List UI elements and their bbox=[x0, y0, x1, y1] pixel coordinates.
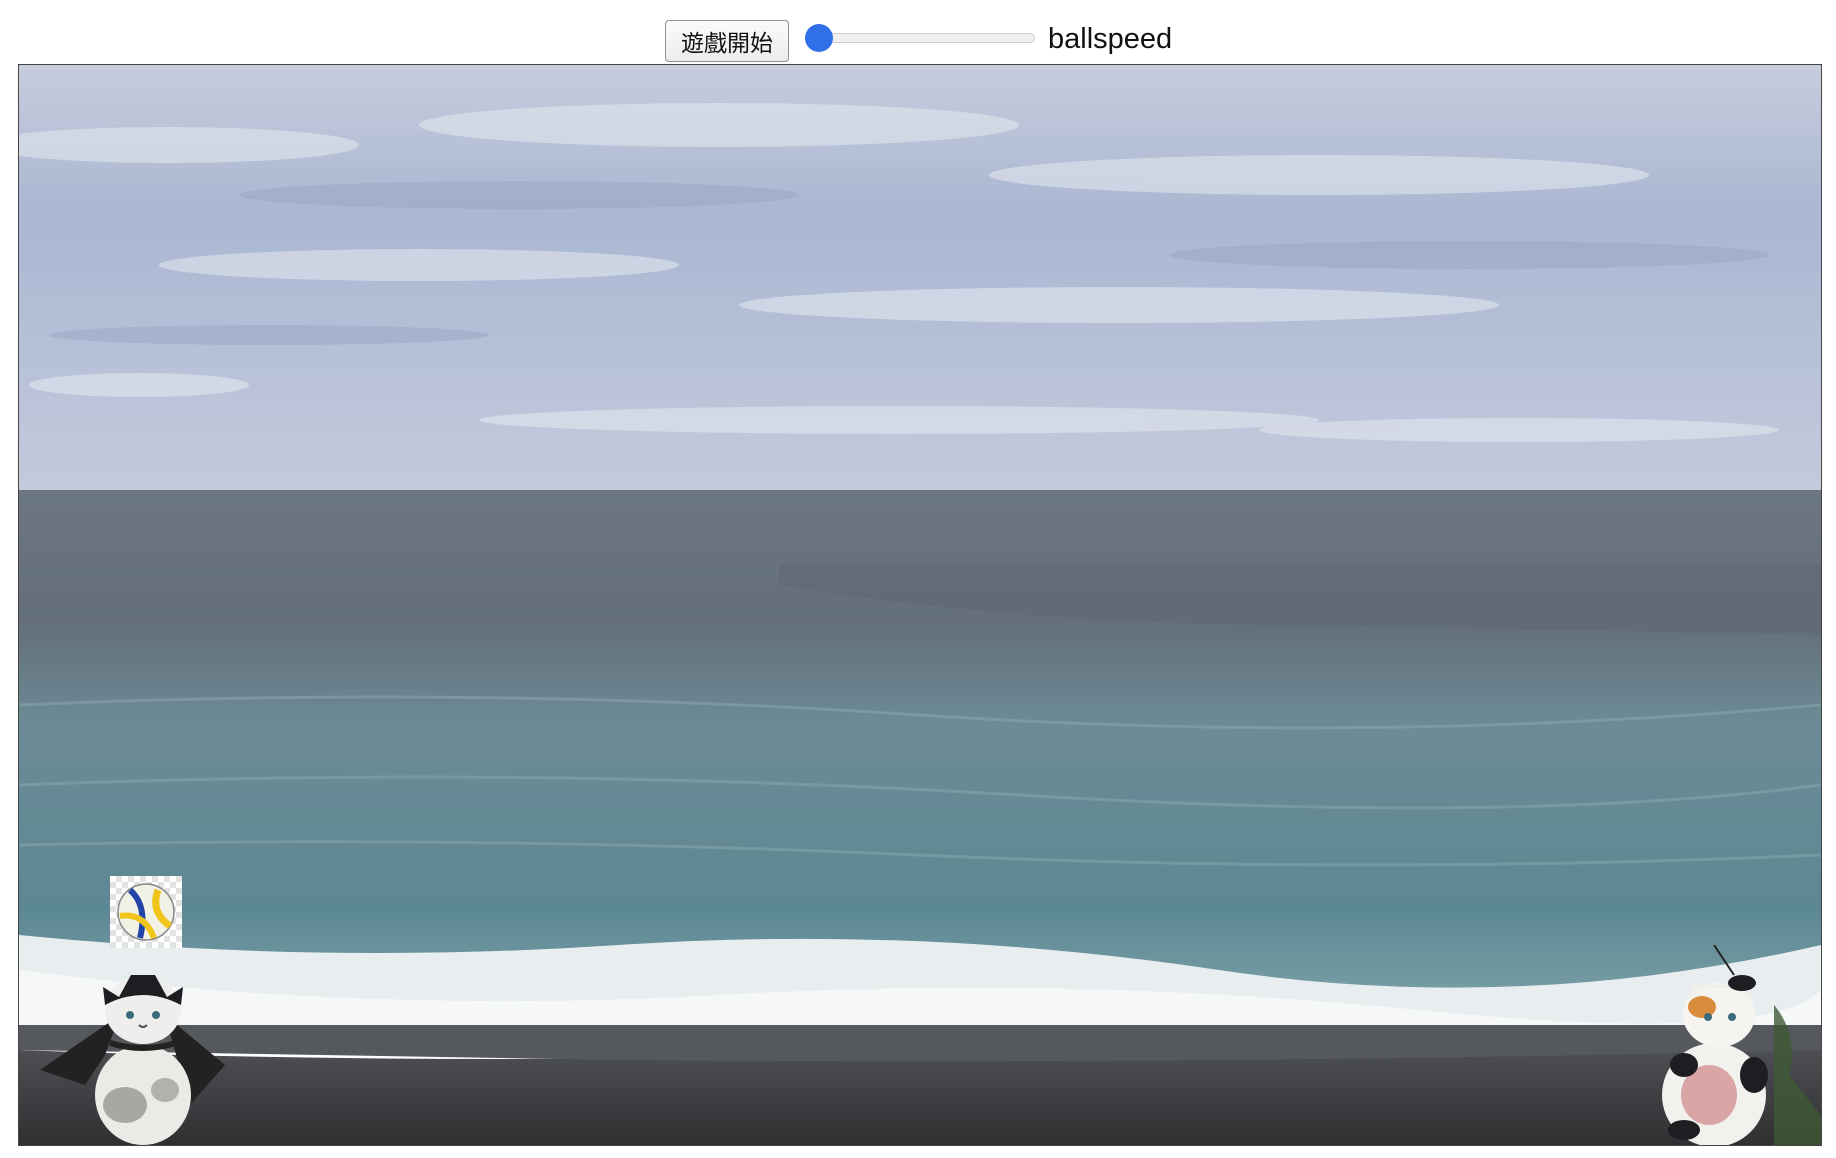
slider-thumb[interactable] bbox=[805, 24, 833, 52]
volleyball-icon bbox=[117, 883, 175, 941]
control-bar: 遊戲開始 ballspeed bbox=[0, 0, 1836, 64]
cow-costume-cat-icon[interactable] bbox=[1624, 945, 1821, 1145]
start-game-button[interactable]: 遊戲開始 bbox=[665, 20, 789, 62]
ballspeed-label: ballspeed bbox=[1048, 23, 1173, 55]
beach-background bbox=[19, 65, 1821, 1145]
volleyball bbox=[110, 876, 182, 948]
ballspeed-slider[interactable] bbox=[805, 24, 1035, 52]
slider-track bbox=[805, 33, 1035, 43]
game-canvas[interactable] bbox=[18, 64, 1822, 1146]
batman-cat-icon[interactable] bbox=[25, 945, 225, 1145]
